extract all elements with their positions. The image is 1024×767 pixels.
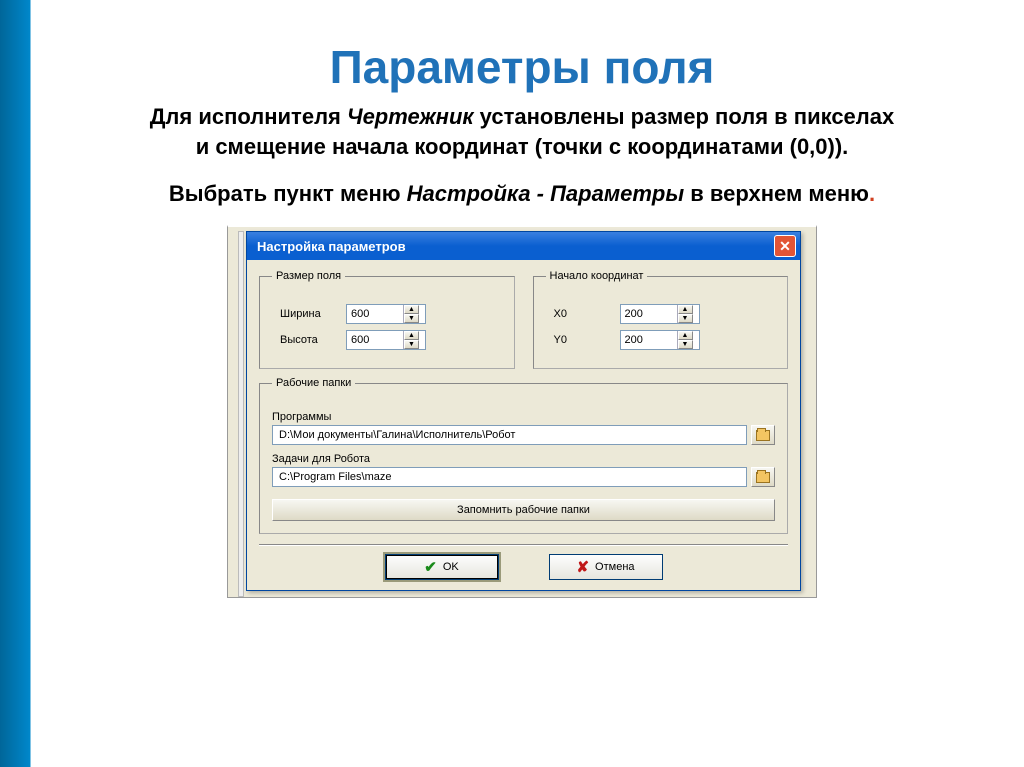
instr-suffix: в верхнем меню [684, 181, 869, 206]
folder-icon [756, 430, 770, 441]
group-folders: Рабочие папки Программы Задачи для Робот… [259, 377, 788, 534]
y0-label: Y0 [546, 334, 612, 346]
desc-suffix: установлены размер поля в пикселах [474, 104, 895, 129]
desc-prefix: Для исполнителя [150, 104, 347, 129]
cancel-button[interactable]: ✘ Отмена [549, 554, 663, 580]
width-spinbox[interactable]: ▲ ▼ [346, 304, 426, 324]
close-icon: ✕ [779, 238, 791, 255]
instr-dot: . [869, 181, 875, 206]
separator [259, 544, 788, 546]
ide-background: Настройка параметров ✕ Размер поля Ширин… [227, 225, 817, 598]
desc-em: Чертежник [347, 104, 474, 129]
group-origin-legend: Начало координат [546, 270, 648, 282]
spin-down-icon[interactable]: ▼ [678, 340, 693, 349]
group-folders-legend: Рабочие папки [272, 377, 355, 389]
ok-label: OK [443, 561, 459, 573]
spin-down-icon[interactable]: ▼ [404, 340, 419, 349]
tasks-path-input[interactable] [272, 467, 747, 487]
height-spinbox[interactable]: ▲ ▼ [346, 330, 426, 350]
tasks-label: Задачи для Робота [272, 453, 775, 465]
x0-spinbox[interactable]: ▲ ▼ [620, 304, 700, 324]
spin-down-icon[interactable]: ▼ [404, 314, 419, 323]
dialog-title: Настройка параметров [257, 239, 406, 254]
slide-description: Для исполнителя Чертежник установлены ра… [60, 102, 984, 161]
group-origin: Начало координат X0 ▲ ▼ [533, 270, 789, 369]
ok-button[interactable]: ✔ OK [385, 554, 499, 580]
width-label: Ширина [272, 308, 338, 320]
cancel-label: Отмена [595, 561, 634, 573]
spin-up-icon[interactable]: ▲ [404, 305, 419, 314]
x-icon: ✘ [576, 558, 589, 576]
settings-dialog: Настройка параметров ✕ Размер поля Ширин… [246, 231, 801, 591]
folder-icon [756, 472, 770, 483]
ide-side-border [238, 231, 244, 597]
y0-input[interactable] [621, 331, 677, 349]
programs-browse-button[interactable] [751, 425, 775, 445]
instr-prefix: Выбрать пункт меню [169, 181, 407, 206]
group-field-size-legend: Размер поля [272, 270, 345, 282]
spin-up-icon[interactable]: ▲ [678, 305, 693, 314]
height-label: Высота [272, 334, 338, 346]
x0-input[interactable] [621, 305, 677, 323]
width-input[interactable] [347, 305, 403, 323]
slide-instruction: Выбрать пункт меню Настройка - Параметры… [60, 181, 984, 207]
spin-up-icon[interactable]: ▲ [404, 331, 419, 340]
desc-line2: и смещение начала координат (точки с коо… [196, 134, 849, 159]
programs-path-input[interactable] [272, 425, 747, 445]
tasks-browse-button[interactable] [751, 467, 775, 487]
dialog-titlebar[interactable]: Настройка параметров ✕ [247, 232, 800, 260]
close-button[interactable]: ✕ [774, 235, 796, 257]
x0-label: X0 [546, 308, 612, 320]
instr-em: Настройка - Параметры [407, 181, 684, 206]
remember-folders-button[interactable]: Запомнить рабочие папки [272, 499, 775, 521]
height-input[interactable] [347, 331, 403, 349]
slide-title: Параметры поля [60, 40, 984, 94]
spin-down-icon[interactable]: ▼ [678, 314, 693, 323]
check-icon: ✔ [424, 558, 437, 576]
programs-label: Программы [272, 411, 775, 423]
group-field-size: Размер поля Ширина ▲ ▼ [259, 270, 515, 369]
spin-up-icon[interactable]: ▲ [678, 331, 693, 340]
y0-spinbox[interactable]: ▲ ▼ [620, 330, 700, 350]
